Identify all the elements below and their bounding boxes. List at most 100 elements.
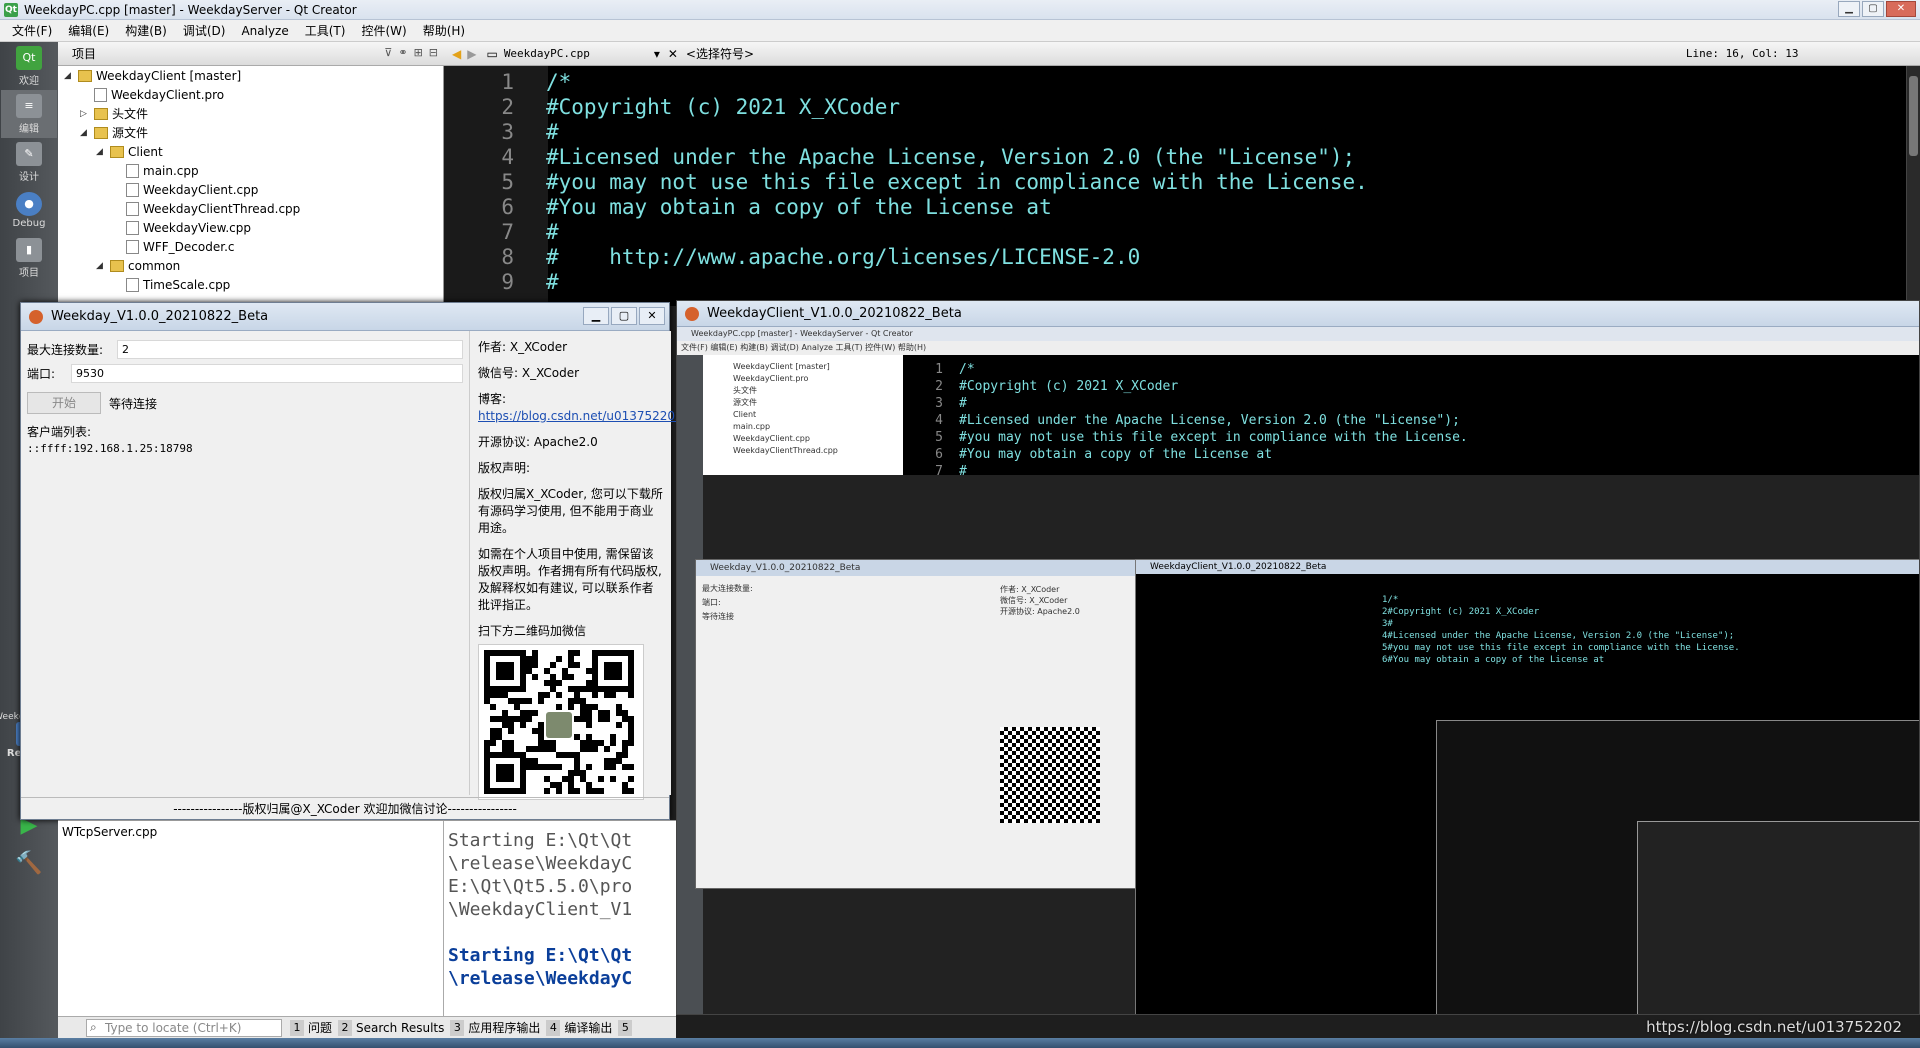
close-file-icon[interactable]: ✕ — [668, 47, 678, 61]
qr-module — [574, 662, 580, 668]
blog-link[interactable]: https://blog.csdn.net/u013752202 — [478, 409, 683, 423]
qr-module — [490, 704, 496, 710]
tree-item[interactable]: WeekdayClient.pro — [58, 85, 443, 104]
menu-item-0[interactable]: 文件(F) — [4, 22, 60, 39]
connection-status: 等待连接 — [109, 396, 158, 411]
open-file-selector[interactable]: WeekdayPC.cpp — [504, 47, 654, 60]
split-icon[interactable]: ⊞ — [414, 46, 423, 59]
expand-arrow-icon[interactable]: ▷ — [80, 109, 90, 119]
output-tab[interactable]: 4 编译输出 — [546, 1019, 612, 1036]
code-editor[interactable]: 1/* 2 #Copyright (c) 2021 X_XCoder 3 #4 #Lice… — [444, 66, 1920, 306]
qr-module — [544, 764, 550, 770]
expand-arrow-icon[interactable]: ◢ — [64, 71, 74, 81]
project-tree: ◢ WeekdayClient [master] WeekdayClient.pro… — [58, 66, 444, 306]
output-tab[interactable]: 3 应用程序输出 — [450, 1019, 540, 1036]
tree-item[interactable]: ◢ common — [58, 256, 443, 275]
file-icon — [126, 277, 139, 292]
qr-module — [580, 698, 586, 704]
tree-item[interactable]: ◢ Client — [58, 142, 443, 161]
output-tab[interactable]: 5 — [618, 1019, 636, 1036]
qr-module — [508, 698, 514, 704]
inner-line-text: #Copyright (c) 2021 X_XCoder — [959, 379, 1179, 394]
qr-module — [574, 770, 580, 776]
expand-arrow-icon[interactable]: ◢ — [96, 261, 106, 271]
tree-item[interactable]: ◢ 源文件 — [58, 123, 443, 142]
tree-item[interactable]: WFF_Decoder.c — [58, 237, 443, 256]
maximize-button[interactable]: ▢ — [1862, 1, 1884, 17]
qr-module — [580, 770, 586, 776]
back-arrow-icon[interactable]: ◀ — [452, 47, 461, 61]
qr-module — [538, 734, 544, 740]
tree-item[interactable]: TimeScale.cpp — [58, 275, 443, 294]
line-number: 6 — [501, 195, 514, 219]
inner-about: 作者: X_XCoder 微信号: X_XCoder 开源协议: Apache2… — [1000, 584, 1130, 823]
qr-module — [490, 740, 496, 746]
tree-item-label: WeekdayClient [master] — [96, 68, 242, 83]
minimize-button[interactable]: ▁ — [1838, 1, 1860, 17]
link-icon[interactable]: ⚭ — [398, 46, 407, 59]
filter-icon[interactable]: ⊽ — [384, 46, 392, 59]
output-tab[interactable]: 2 Search Results — [338, 1019, 444, 1036]
tree-item[interactable]: WeekdayClientThread.cpp — [58, 199, 443, 218]
qr-module — [574, 650, 580, 656]
tree-item[interactable]: WeekdayClient.cpp — [58, 180, 443, 199]
qr-module — [550, 746, 556, 752]
expand-arrow-icon[interactable]: ◢ — [80, 128, 90, 138]
menu-item-7[interactable]: 帮助(H) — [415, 22, 473, 39]
folder-icon — [78, 69, 92, 82]
menu-item-1[interactable]: 编辑(E) — [60, 22, 117, 39]
tree-item[interactable]: ◢ WeekdayClient [master] — [58, 66, 443, 85]
mode-icon-3: ● — [16, 191, 42, 216]
menu-item-6[interactable]: 控件(W) — [353, 22, 414, 39]
inner-line-text: #Copyright (c) 2021 X_XCoder — [1387, 607, 1540, 617]
mode-2[interactable]: ✎ 设计 — [1, 138, 57, 186]
menu-item-4[interactable]: Analyze — [233, 24, 296, 38]
expand-arrow-icon[interactable]: ◢ — [96, 147, 106, 157]
code-line: 5 #you may not use this file except in co… — [444, 170, 1920, 195]
qr-module — [622, 782, 628, 788]
mode-3[interactable]: ● Debug — [1, 186, 57, 234]
client-list-item[interactable]: ::ffff:192.168.1.25:18798 — [27, 442, 463, 455]
qr-module — [610, 764, 616, 770]
menu-item-5[interactable]: 工具(T) — [297, 22, 354, 39]
forward-arrow-icon[interactable]: ▶ — [467, 47, 476, 61]
locator-input[interactable]: Type to locate (Ctrl+K) — [86, 1018, 282, 1037]
dialog-close-button[interactable]: ✕ — [639, 307, 665, 325]
close-pane-icon[interactable]: ⊟ — [429, 46, 438, 59]
qr-module — [574, 734, 580, 740]
mode-4[interactable]: ▮ 项目 — [1, 234, 57, 282]
tree-item[interactable]: WeekdayView.cpp — [58, 218, 443, 237]
qr-module — [586, 746, 592, 752]
qr-module — [610, 734, 616, 740]
dialog-minimize-button[interactable]: ▁ — [583, 307, 609, 325]
qr-module — [520, 710, 526, 716]
copyright-paragraph-2: 如需在个人项目中使用, 需保留该版权声明。作者拥有所有代码版权, 及解释权如有建… — [478, 547, 662, 612]
mode-1[interactable]: ≡ 编辑 — [1, 90, 57, 138]
symbol-selector[interactable]: <选择符号> — [686, 45, 1686, 62]
qr-module — [586, 734, 592, 740]
line-text: # http://www.apache.org/licenses/LICENSE… — [546, 245, 1141, 269]
start-button[interactable]: 开始 — [27, 392, 101, 414]
tree-item[interactable]: main.cpp — [58, 161, 443, 180]
tree-item[interactable]: ▷ 头文件 — [58, 104, 443, 123]
qr-module — [508, 722, 514, 728]
close-button[interactable]: ✕ — [1886, 1, 1916, 17]
dialog-maximize-button[interactable]: ▢ — [611, 307, 637, 325]
qr-module — [544, 740, 550, 746]
build-icon[interactable]: 🔨 — [1, 844, 57, 882]
output-tab-number: 5 — [618, 1019, 633, 1036]
tree-item-label: WeekdayClient.pro — [111, 87, 225, 102]
file-icon — [126, 220, 139, 235]
chevron-down-icon[interactable]: ▾ — [654, 47, 660, 61]
output-tab-number: 3 — [450, 1019, 465, 1036]
output-tab[interactable]: 1 问题 — [290, 1019, 332, 1036]
qr-module — [550, 674, 556, 680]
port-input[interactable]: 9530 — [71, 363, 463, 383]
mode-0[interactable]: Qt 欢迎 — [1, 42, 57, 90]
max-connections-input[interactable]: 2 — [117, 339, 463, 359]
tree-item-label: TimeScale.cpp — [143, 277, 231, 292]
folder-icon — [110, 145, 124, 158]
output-line: E:\Qt\Qt5.5.0\pro — [448, 876, 633, 897]
menu-item-2[interactable]: 构建(B) — [117, 22, 175, 39]
menu-item-3[interactable]: 调试(D) — [175, 22, 234, 39]
